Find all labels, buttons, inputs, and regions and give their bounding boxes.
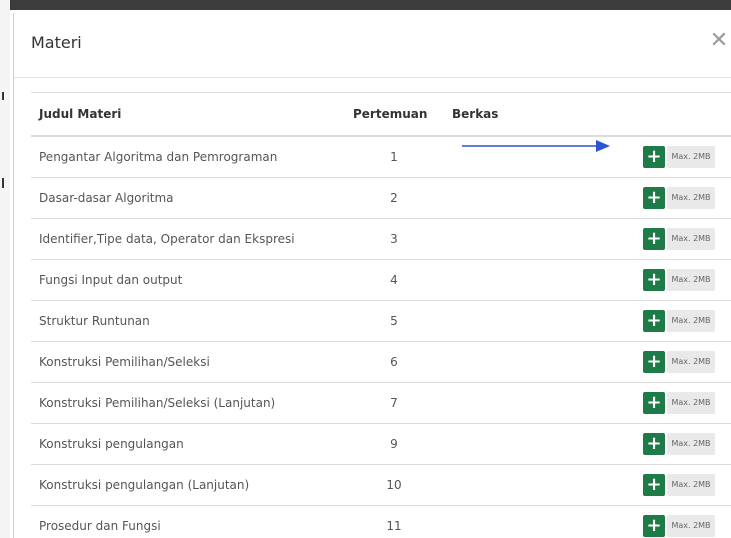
max-size-badge: Max. 2MB — [667, 187, 715, 209]
table-header: Judul Materi Pertemuan Berkas — [31, 92, 731, 137]
max-size-badge: Max. 2MB — [667, 351, 715, 373]
table-row: Prosedur dan Fungsi 11 + Max. 2MB — [31, 506, 731, 538]
max-size-badge: Max. 2MB — [667, 515, 715, 537]
add-file-button[interactable]: + — [643, 269, 665, 291]
add-file-button[interactable]: + — [643, 228, 665, 250]
add-file-button[interactable]: + — [643, 392, 665, 414]
max-size-badge: Max. 2MB — [667, 392, 715, 414]
judul-materi-cell: Konstruksi Pemilihan/Seleksi — [39, 355, 210, 369]
close-icon[interactable]: ✕ — [708, 27, 730, 55]
table-body: Pengantar Algoritma dan Pemrograman 1 + Max… — [31, 137, 731, 538]
add-file-button[interactable]: + — [643, 310, 665, 332]
judul-materi-cell: Konstruksi Pemilihan/Seleksi (Lanjutan) — [39, 396, 276, 410]
pertemuan-cell: 6 — [390, 355, 398, 369]
background-window-top-edge — [0, 0, 731, 10]
table-row: Identifier,Tipe data, Operator dan Ekspr… — [31, 219, 731, 260]
max-size-badge: Max. 2MB — [667, 269, 715, 291]
column-header-berkas: Berkas — [452, 107, 499, 121]
add-file-button[interactable]: + — [643, 187, 665, 209]
pertemuan-cell: 11 — [386, 519, 402, 533]
add-file-button[interactable]: + — [643, 474, 665, 496]
judul-materi-cell: Prosedur dan Fungsi — [39, 519, 161, 533]
add-file-button[interactable]: + — [643, 351, 665, 373]
column-header-judul-materi: Judul Materi — [39, 107, 122, 121]
max-size-badge: Max. 2MB — [667, 310, 715, 332]
max-size-badge: Max. 2MB — [667, 474, 715, 496]
table-row: Konstruksi pengulangan (Lanjutan) 10 + Max.… — [31, 465, 731, 506]
judul-materi-cell: Konstruksi pengulangan — [39, 437, 184, 451]
max-size-badge: Max. 2MB — [667, 228, 715, 250]
max-size-badge: Max. 2MB — [667, 146, 715, 168]
add-file-button[interactable]: + — [643, 433, 665, 455]
modal-header: Materi ✕ — [14, 13, 731, 78]
annotation-arrow-icon — [462, 140, 610, 152]
judul-materi-cell: Pengantar Algoritma dan Pemrograman — [39, 150, 278, 164]
column-header-pertemuan: Pertemuan — [353, 107, 428, 121]
pertemuan-cell: 10 — [386, 478, 402, 492]
judul-materi-cell: Dasar-dasar Algoritma — [39, 191, 174, 205]
table-row: Dasar-dasar Algoritma 2 + Max. 2MB — [31, 178, 731, 219]
table-row: Konstruksi pengulangan 9 + Max. 2MB — [31, 424, 731, 465]
table-row: Pengantar Algoritma dan Pemrograman 1 + Max… — [31, 137, 731, 178]
background-edge-mark — [2, 178, 4, 188]
pertemuan-cell: 9 — [390, 437, 398, 451]
materi-table: Judul Materi Pertemuan Berkas Pengantar … — [31, 92, 731, 538]
pertemuan-cell: 7 — [390, 396, 398, 410]
pertemuan-cell: 5 — [390, 314, 398, 328]
table-row: Struktur Runtunan 5 + Max. 2MB — [31, 301, 731, 342]
pertemuan-cell: 4 — [390, 273, 398, 287]
background-window-left-edge — [0, 0, 10, 538]
judul-materi-cell: Fungsi Input dan output — [39, 273, 183, 287]
pertemuan-cell: 3 — [390, 232, 398, 246]
pertemuan-cell: 2 — [390, 191, 398, 205]
add-file-button[interactable]: + — [643, 515, 665, 537]
materi-modal: Materi ✕ Judul Materi Pertemuan Berkas P… — [13, 13, 731, 538]
background-edge-mark — [2, 92, 4, 100]
table-row: Konstruksi Pemilihan/Seleksi 6 + Max. 2MB — [31, 342, 731, 383]
judul-materi-cell: Konstruksi pengulangan (Lanjutan) — [39, 478, 250, 492]
add-file-button[interactable]: + — [643, 146, 665, 168]
judul-materi-cell: Identifier,Tipe data, Operator dan Ekspr… — [39, 232, 295, 246]
pertemuan-cell: 1 — [390, 150, 398, 164]
max-size-badge: Max. 2MB — [667, 433, 715, 455]
judul-materi-cell: Struktur Runtunan — [39, 314, 150, 328]
table-row: Konstruksi Pemilihan/Seleksi (Lanjutan) 7… — [31, 383, 731, 424]
modal-title: Materi — [31, 33, 82, 52]
table-row: Fungsi Input dan output 4 + Max. 2MB — [31, 260, 731, 301]
